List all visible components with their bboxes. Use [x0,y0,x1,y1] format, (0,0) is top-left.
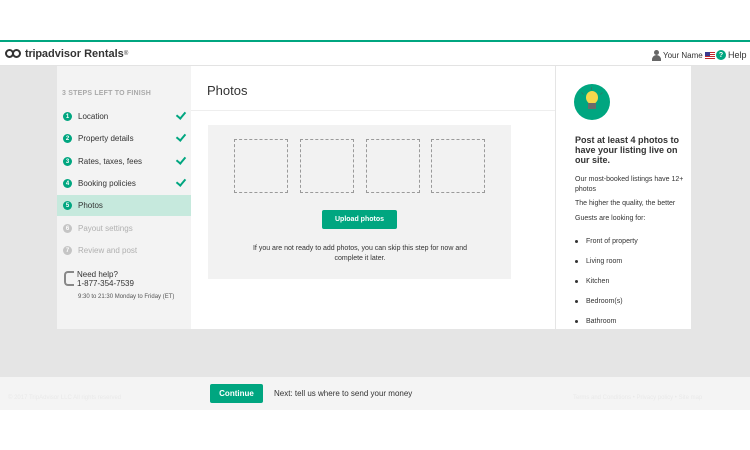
photo-slot-1[interactable] [234,139,288,193]
checkmark-icon [175,109,187,120]
support-phone-number[interactable]: 1-877-354-7539 [77,279,134,288]
sidebar-item-rates-taxes-fees[interactable]: 3 Rates, taxes, fees [57,151,191,172]
tips-paragraph-1: Our most-booked listings have 12+ photos [575,176,684,193]
list-item: Kitchen [575,271,638,291]
list-item: Front of property [575,231,638,251]
continue-button[interactable]: Continue [210,384,263,403]
step-number: 2 [63,134,72,143]
top-blank-area [0,0,750,40]
list-item: Living room [575,251,638,271]
step-label: Rates, taxes, fees [78,157,143,166]
step-number: 1 [63,112,72,121]
tips-panel: Post at least 4 photos to have your list… [556,66,691,329]
us-flag-icon [704,51,715,59]
lightbulb-icon [574,84,610,120]
checkmark-icon [175,131,187,142]
step-label: Property details [78,134,134,143]
title-divider [191,110,555,111]
sidebar-item-booking-policies[interactable]: 4 Booking policies [57,173,191,194]
step-label: Booking policies [78,179,136,188]
step-number: 6 [63,224,72,233]
logo-trip-text: trip [25,48,42,60]
footer-links[interactable]: Terms and Conditions • Privacy policy • … [573,395,702,401]
sidebar-item-photos[interactable]: 5 Photos [57,195,191,216]
tips-paragraph-2: The higher the quality, the better [575,200,676,207]
step-number: 3 [63,157,72,166]
photo-upload-area: Upload photos If you are not ready to ad… [208,125,511,279]
owl-logo-icon [5,48,22,60]
steps-sidebar: 3 STEPS LEFT TO FINISH 1 Location 2 Prop… [57,66,191,329]
support-hours: 9:30 to 21:30 Monday to Friday (ET) [78,294,175,300]
bottom-blank-area [0,410,750,450]
list-item: Bathroom [575,311,638,331]
next-step-text: Next: tell us where to send your money [274,389,413,398]
step-label: Review and post [78,246,138,255]
phone-icon [64,271,74,286]
page-title: Photos [207,83,248,98]
step-label: Location [78,112,109,121]
footer-bar: © 2017 TripAdvisor LLC All rights reserv… [0,377,750,410]
skip-step-text: If you are not ready to add photos, you … [252,245,468,262]
need-help-label: Need help? [77,270,118,279]
need-help-block: Need help? 1-877-354-7539 [64,270,134,288]
photo-slot-2[interactable] [300,139,354,193]
photo-slot-4[interactable] [431,139,485,193]
sidebar-item-property-details[interactable]: 2 Property details [57,128,191,149]
upload-photos-button[interactable]: Upload photos [322,210,397,229]
checkmark-icon [175,176,187,187]
guest-wishlist: Front of property Living room Kitchen Be… [575,231,638,331]
list-item: Bedroom(s) [575,291,638,311]
user-menu[interactable]: Your Name [651,48,715,62]
step-number: 7 [63,246,72,255]
logo-advisor-text: advisor [41,48,82,60]
sidebar-item-location[interactable]: 1 Location [57,106,191,127]
steps-left-heading: 3 STEPS LEFT TO FINISH [62,90,152,97]
step-label: Photos [78,201,103,210]
photos-panel: Photos Upload photos If you are not read… [191,66,555,329]
step-number: 5 [63,201,72,210]
help-link[interactable]: ? Help [716,48,747,62]
step-label: Payout settings [78,224,133,233]
checkmark-icon [175,154,187,165]
photo-slot-3[interactable] [366,139,420,193]
help-icon: ? [716,50,726,60]
sidebar-item-review-and-post: 7 Review and post [57,240,191,261]
help-label: Help [728,50,747,60]
user-name: Your Name [663,50,703,60]
step-number: 4 [63,179,72,188]
tripadvisor-rentals-logo[interactable]: trip advisor Rentals ® [5,46,128,62]
user-icon [651,49,661,61]
tips-paragraph-3: Guests are looking for: [575,215,646,222]
footer-copyright: © 2017 TripAdvisor LLC All rights reserv… [8,395,122,401]
sidebar-item-payout-settings: 6 Payout settings [57,218,191,239]
tips-heading: Post at least 4 photos to have your list… [575,135,680,165]
top-header: trip advisor Rentals ® Your Name ? Help [0,40,750,66]
logo-registered-mark: ® [123,51,129,57]
logo-rentals-text: Rentals [84,48,124,60]
